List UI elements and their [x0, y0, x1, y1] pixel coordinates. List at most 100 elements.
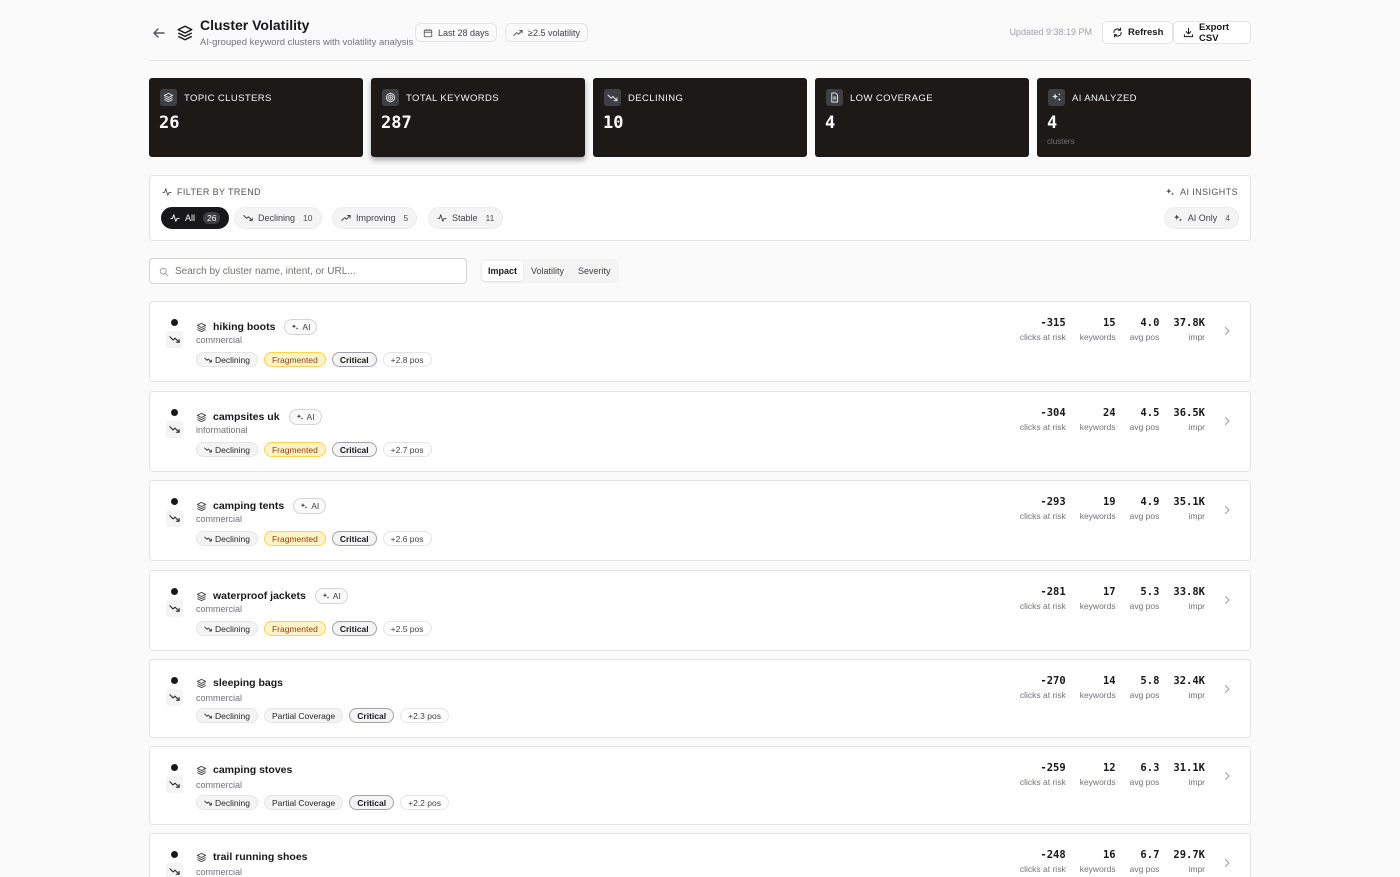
stat-card-ai-analyzed[interactable]: AI Analyzed 4 clusters: [1037, 78, 1251, 157]
chevron-right-icon[interactable]: [1222, 684, 1232, 694]
export-csv-button[interactable]: Export CSV: [1173, 21, 1251, 44]
stat-card-low-coverage[interactable]: Low Coverage 4: [815, 78, 1029, 157]
filter-pill-all[interactable]: All 26: [161, 207, 230, 229]
filter-pill-count: 5: [403, 213, 409, 223]
cluster-metrics: -315 clicks at risk 15 keywords 4.0 avg …: [1020, 317, 1205, 342]
chevron-right-icon[interactable]: [1222, 505, 1232, 515]
trend-filter-panel: Filter by trend AI Insights All 26 Decli…: [149, 175, 1251, 241]
sort-tab-impact[interactable]: Impact: [482, 261, 524, 281]
metric-avg-pos: 6.3 avg pos: [1130, 762, 1160, 787]
chevron-right-icon[interactable]: [1222, 326, 1232, 336]
filter-pill-declining[interactable]: Declining 10: [234, 207, 322, 229]
chevron-right-icon[interactable]: [1222, 595, 1232, 605]
trend-tag: Declining: [196, 531, 258, 546]
refresh-button[interactable]: Refresh: [1102, 21, 1174, 44]
metric-label: avg pos: [1129, 332, 1160, 342]
chevron-right-icon[interactable]: [1222, 416, 1232, 426]
metric-impressions: 36.5K impr: [1173, 407, 1205, 432]
sort-tab-volatility[interactable]: Volatility: [525, 261, 570, 281]
cluster-card[interactable]: camping tents AI commercial Declining Fr…: [149, 480, 1251, 561]
date-range-chip[interactable]: Last 28 days: [415, 23, 498, 42]
trend-tag-label: Declining: [215, 710, 250, 721]
trend-tag-label: Declining: [215, 354, 250, 365]
metric-label: clicks at risk: [1019, 511, 1066, 521]
metric-label: clicks at risk: [1019, 777, 1066, 787]
trending-down-icon: [204, 535, 212, 543]
cluster-metrics: -248 clicks at risk 16 keywords 6.7 avg …: [1020, 849, 1205, 874]
metric-avg-pos: 5.3 avg pos: [1130, 586, 1160, 611]
trending-down-icon: [204, 799, 212, 807]
cluster-card[interactable]: camping stoves commercial Declining Part…: [149, 746, 1251, 825]
metric-label: keywords: [1079, 690, 1116, 700]
cluster-card[interactable]: hiking boots AI commercial Declining Fra…: [149, 301, 1251, 382]
cluster-card[interactable]: trail running shoes commercial Declining…: [149, 833, 1251, 877]
trending-down-icon: [166, 689, 183, 706]
layers-icon: [196, 678, 207, 689]
ai-badge: AI: [314, 588, 348, 604]
volatility-threshold-chip[interactable]: ≥2.5 volatility: [505, 23, 588, 42]
metric-label: avg pos: [1129, 601, 1160, 611]
stat-value: 4: [1047, 113, 1058, 133]
sparkles-icon: [296, 413, 304, 421]
filter-pill-stable[interactable]: Stable 11: [428, 207, 504, 229]
stat-card-declining[interactable]: Declining 10: [593, 78, 807, 157]
status-dot: [171, 498, 178, 505]
stat-label: Low Coverage: [850, 93, 933, 104]
cluster-title-row: campsites uk AI: [196, 409, 322, 425]
back-arrow-icon[interactable]: [151, 25, 167, 41]
metric-value: 24: [1102, 407, 1116, 419]
cluster-metrics: -281 clicks at risk 17 keywords 5.3 avg …: [1020, 586, 1205, 611]
metric-value: 16: [1102, 849, 1116, 861]
trending-down-icon: [204, 712, 212, 720]
coverage-tag: Partial Coverage: [263, 708, 344, 723]
trending-down-icon: [204, 446, 212, 454]
page-title: Cluster Volatility: [200, 17, 310, 33]
sort-tab-severity[interactable]: Severity: [572, 261, 617, 281]
sparkles-icon: [1173, 213, 1183, 223]
stat-label: Topic Clusters: [184, 93, 272, 104]
chevron-right-icon[interactable]: [1222, 771, 1232, 781]
metric-label: avg pos: [1129, 511, 1160, 521]
metric-label: impr: [1188, 332, 1205, 342]
trend-tag: Declining: [196, 442, 258, 457]
severity-tag: Critical: [349, 708, 395, 723]
metric-value: -304: [1040, 407, 1066, 419]
stat-card-total-keywords[interactable]: Total Keywords 287: [371, 78, 585, 157]
stat-label: Total Keywords: [406, 93, 500, 104]
trending-up-icon: [513, 28, 523, 38]
trend-tag: Declining: [196, 352, 258, 367]
metric-keywords: 19 keywords: [1080, 496, 1116, 521]
search-input[interactable]: [175, 259, 460, 283]
cluster-card[interactable]: campsites uk AI informational Declining …: [149, 391, 1251, 472]
metric-value: 17: [1102, 586, 1116, 598]
metric-clicks-at-risk: -281 clicks at risk: [1020, 586, 1066, 611]
layers-icon: [196, 852, 207, 863]
metric-avg-pos: 4.5 avg pos: [1130, 407, 1160, 432]
metric-value: 12: [1102, 762, 1116, 774]
metric-value: 19: [1102, 496, 1116, 508]
status-dot: [171, 851, 178, 858]
refresh-label: Refresh: [1128, 27, 1164, 38]
metric-keywords: 15 keywords: [1080, 317, 1116, 342]
cluster-card[interactable]: waterproof jackets AI commercial Declini…: [149, 570, 1251, 651]
filter-pill-improving[interactable]: Improving 5: [332, 207, 418, 229]
severity-tag: Critical: [331, 531, 377, 546]
calendar-icon: [423, 28, 433, 38]
metric-value: 6.3: [1140, 762, 1160, 774]
cluster-card[interactable]: sleeping bags commercial Declining Parti…: [149, 659, 1251, 738]
ai-only-toggle[interactable]: AI Only 4: [1163, 207, 1239, 229]
cluster-title-row: waterproof jackets AI: [196, 588, 348, 604]
metric-label: impr: [1188, 601, 1205, 611]
metric-label: keywords: [1079, 777, 1116, 787]
metric-value: 32.4K: [1173, 675, 1205, 687]
stat-value: 10: [603, 113, 624, 133]
metric-value: 33.8K: [1173, 586, 1205, 598]
metric-keywords: 17 keywords: [1080, 586, 1116, 611]
date-range-label: Last 28 days: [438, 27, 490, 38]
ai-insights-label: AI Insights: [1180, 187, 1238, 197]
chevron-right-icon[interactable]: [1222, 858, 1232, 868]
metric-impressions: 33.8K impr: [1173, 586, 1205, 611]
stat-card-topic-clusters[interactable]: Topic Clusters 26: [149, 78, 363, 157]
cluster-title-row: trail running shoes: [196, 851, 311, 863]
severity-tag: Critical: [331, 352, 377, 367]
